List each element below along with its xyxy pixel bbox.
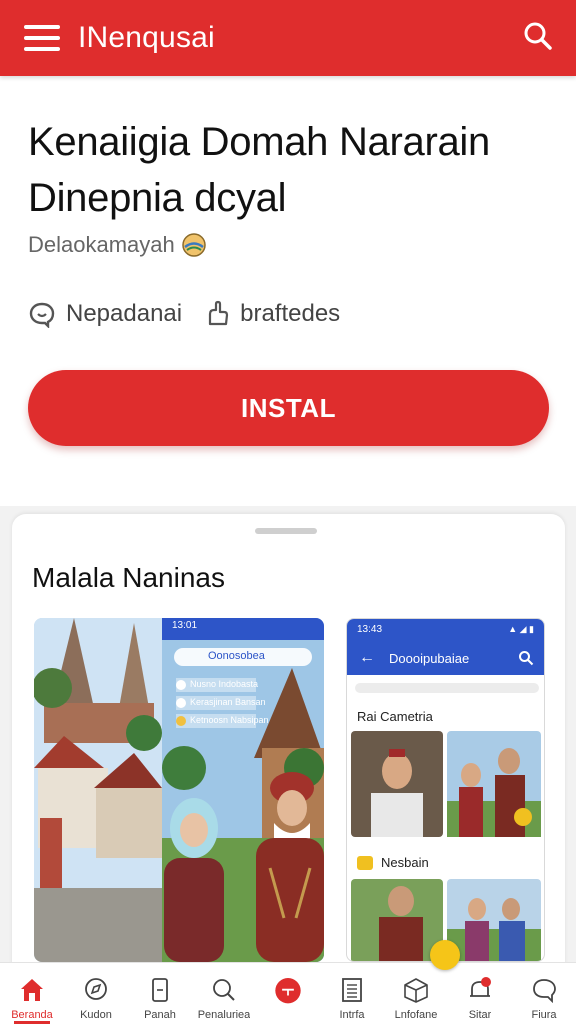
nav-item-document[interactable]: Intrfa [320, 963, 384, 1024]
screenshot-2[interactable]: 13:43 ▲ ◢ ▮ ← Doooipubaiae Rai Cametria [346, 618, 545, 962]
nav-item-bookmark[interactable]: Panah [128, 963, 192, 1024]
search-icon[interactable] [522, 20, 554, 52]
shot1-time: 13:01 [172, 620, 198, 631]
bell-icon [470, 977, 491, 997]
screenshot-1-illustration [34, 618, 324, 962]
nav-label: Penaluriea [197, 1009, 251, 1021]
nav-label: Intrfa [339, 1009, 365, 1021]
box-icon [404, 978, 428, 1003]
shot1-search-text: Oonosobea [208, 650, 265, 662]
record-icon [275, 977, 301, 1004]
app-name: Kenaiigia Domah Nararain Dinepnia dcyal [28, 120, 490, 220]
back-arrow-icon[interactable]: ← [359, 649, 375, 667]
drag-handle[interactable] [255, 528, 317, 534]
shot2-status-bar: 13:43 ▲ ◢ ▮ [347, 619, 544, 641]
nav-label: Panah [144, 1009, 176, 1021]
shot1-list-item: Ketnoosn Nabsipan [190, 715, 269, 725]
shot2-time: 13:43 [357, 624, 383, 635]
shot1-list-item: Nusno Indobasta [190, 679, 259, 689]
developer-name: Delaokamayah [28, 232, 175, 257]
nav-item-home[interactable]: Beranda [0, 963, 64, 1024]
floating-badge[interactable] [430, 940, 460, 970]
nav-item-search[interactable]: Penaluriea [192, 963, 256, 1024]
meta-item-downloads[interactable]: braftedes [204, 300, 340, 328]
bookmark-icon [152, 978, 168, 1002]
signal-icon: ▲ ◢ ▮ [508, 624, 534, 634]
hand-icon [209, 300, 229, 326]
app-header: Kenaiigia Domah Nararain Dinepnia dcyal … [0, 76, 576, 506]
globe-badge-icon [182, 233, 206, 257]
nav-label: Sitar [468, 1009, 492, 1021]
nav-item-chat[interactable]: Fiura [512, 963, 576, 1024]
nav-label: Kudon [80, 1009, 112, 1021]
compass-icon [85, 978, 107, 1000]
meta-row: Nepadanai braftedes [28, 300, 362, 328]
bottom-nav: Beranda Kudon Panah Penaluriea Intrfa Ln… [0, 962, 576, 1024]
document-icon [342, 978, 362, 1002]
app-title: INenqusai [78, 21, 215, 54]
shot2-section2: Nesbain [357, 855, 429, 870]
home-icon [21, 979, 43, 1001]
shot2-search-field [355, 683, 539, 693]
ticket-icon [357, 855, 373, 870]
meta-item-reviews[interactable]: Nepadanai [28, 300, 182, 328]
screenshots-title: Malala Naninas [32, 562, 225, 593]
developer-row[interactable]: Delaokamayah [28, 232, 207, 258]
shot2-header-title: Doooipubaiae [389, 650, 470, 666]
search-icon[interactable] [518, 650, 534, 666]
screenshot-1[interactable]: 13:01 Oonosobea Nusno Indobasta Kerasjin… [34, 618, 324, 962]
shot2-header: ← Doooipubaiae [347, 641, 544, 675]
shot2-photo-row [351, 731, 541, 837]
nav-item-box[interactable]: Lnfofane [384, 963, 448, 1024]
nav-item-compass[interactable]: Kudon [64, 963, 128, 1024]
chat-icon [29, 302, 55, 328]
shot2-section-title: Rai Cametria [357, 709, 433, 724]
nav-item-bell[interactable]: Sitar [448, 963, 512, 1024]
app-bar: INenqusai [0, 0, 576, 76]
meta-label-reviews: Nepadanai [66, 300, 183, 327]
shot2-section2-title: Nesbain [381, 855, 429, 870]
meta-label-downloads: braftedes [240, 300, 341, 327]
install-button[interactable]: INSTAL [28, 370, 549, 446]
nav-label: Fiura [531, 1009, 557, 1021]
chat-icon [533, 979, 556, 1003]
nav-item-record[interactable] [256, 963, 320, 1024]
nav-label: Lnfofane [394, 1009, 438, 1021]
search-icon [213, 979, 235, 1001]
shot1-list-item: Kerasjinan Bansan [190, 697, 266, 707]
screenshots-panel: Malala Naninas 13:01 Oonosobea Nusno Ind… [12, 514, 565, 974]
menu-icon[interactable] [24, 25, 60, 51]
